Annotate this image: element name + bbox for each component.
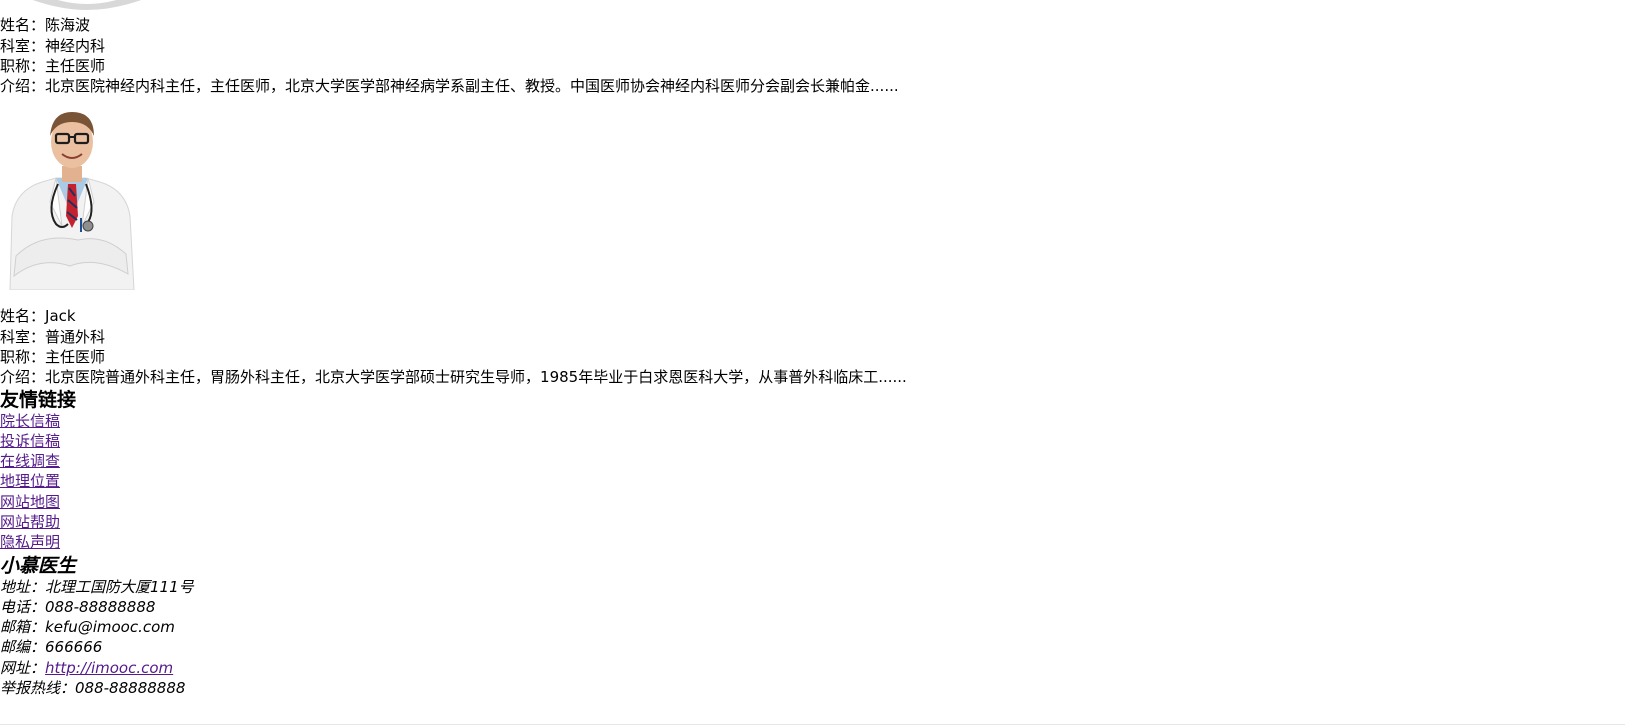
link-privacy[interactable]: 隐私声明	[0, 532, 60, 553]
footer-brand: 小慕医生	[0, 555, 77, 577]
footer-address: 地址：北理工国防大厦111号	[0, 578, 194, 596]
link-location[interactable]: 地理位置	[0, 471, 60, 492]
doctor-photo-partial	[22, 0, 152, 12]
footer-website: 网址：http://imooc.com	[0, 659, 174, 677]
link-sitemap[interactable]: 网站地图	[0, 492, 60, 513]
link-complaint-letter[interactable]: 投诉信稿	[0, 431, 60, 452]
link-help[interactable]: 网站帮助	[0, 512, 60, 533]
doctor-2-dept: 科室：普通外科	[0, 328, 106, 346]
doctor-1-dept: 科室：神经内科	[0, 37, 106, 55]
doctor-photo	[0, 106, 140, 290]
footer-hotline: 举报热线：088-88888888	[0, 679, 186, 697]
footer-email: 邮箱：kefu@imooc.com	[0, 618, 175, 636]
link-online-survey[interactable]: 在线调查	[0, 451, 60, 472]
doctor-2-title: 职称：主任医师	[0, 348, 106, 366]
doctor-1-intro: 介绍：北京医院神经内科主任，主任医师，北京大学医学部神经病学系副主任、教授。中国…	[0, 77, 899, 95]
footer-website-link[interactable]: http://imooc.com	[45, 659, 173, 677]
footer-zip: 邮编：666666	[0, 638, 103, 656]
footer-phone: 电话：088-88888888	[0, 598, 156, 616]
doctor-1-title: 职称：主任医师	[0, 57, 106, 75]
links-heading: 友情链接	[0, 389, 77, 411]
divider	[0, 724, 1625, 725]
page: 姓名：陈海波 科室：神经内科 职称：主任医师 介绍：北京医院神经内科主任，主任医…	[0, 0, 1625, 726]
doctor-1-name: 姓名：陈海波	[0, 16, 91, 34]
doctor-2-name: 姓名：Jack	[0, 307, 76, 325]
doctor-2-intro: 介绍：北京医院普通外科主任，胃肠外科主任，北京大学医学部硕士研究生导师，1985…	[0, 368, 907, 386]
link-director-letter[interactable]: 院长信稿	[0, 411, 60, 432]
